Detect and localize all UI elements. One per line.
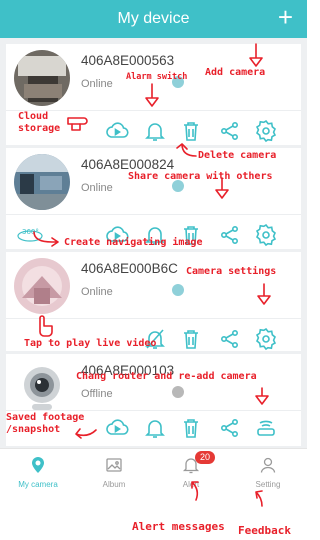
annotation-camera-settings: Camera settings (186, 266, 277, 277)
annotation-change-router: Chang router and re-add camera (76, 371, 257, 382)
annotation-delete-camera: Delete camera (198, 150, 277, 161)
annotation-add-camera: Add camera (205, 67, 266, 78)
annotation-tap-live: Tap to play live video (24, 338, 157, 349)
annotation-cloud-storage: Cloud storage (18, 111, 61, 134)
annotation-feedback: Feedback (238, 524, 291, 537)
annotation-alarm-switch: Alarm switch (126, 72, 188, 82)
annotation-saved-footage: Saved footage /snapshot (6, 412, 85, 435)
annotation-share-camera: Share camera with others (128, 171, 273, 182)
annotation-alert-messages: Alert messages (132, 520, 225, 533)
annotation-create-navigating: Create navigating image (64, 237, 203, 248)
